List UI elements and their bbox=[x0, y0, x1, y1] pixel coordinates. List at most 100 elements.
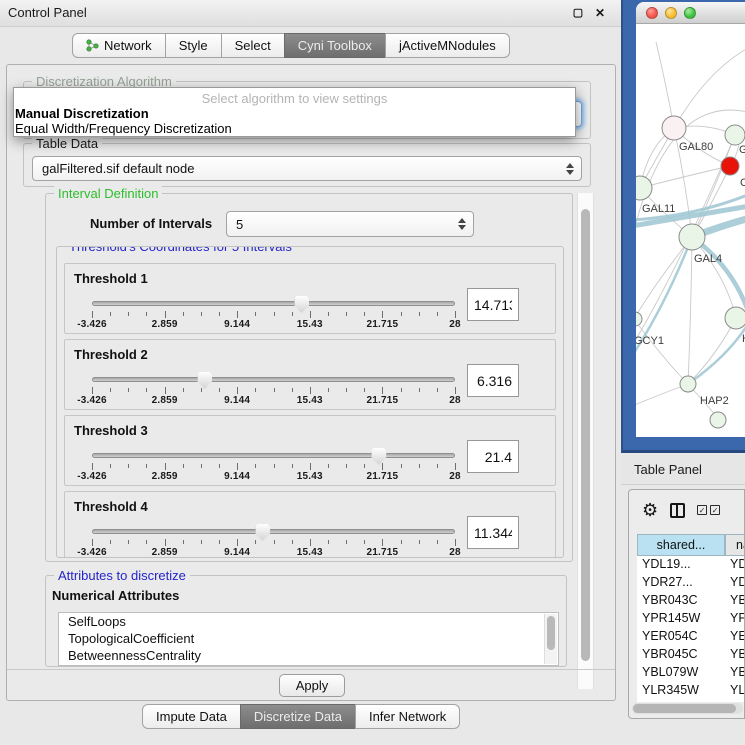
tab-infer-network[interactable]: Infer Network bbox=[355, 704, 460, 729]
checked-box-icon[interactable]: ✓ bbox=[697, 505, 707, 515]
threshold-1-value-field[interactable] bbox=[467, 288, 519, 321]
top-tab-bar: NetworkStyleSelectCyni ToolboxjActiveMNo… bbox=[73, 33, 510, 58]
table-header-shared-name[interactable]: shared... bbox=[637, 534, 725, 556]
slider-track[interactable] bbox=[92, 301, 455, 306]
network-node-gal11[interactable] bbox=[636, 176, 652, 200]
mac-minimize-button[interactable] bbox=[665, 7, 677, 19]
attribute-list-item[interactable]: BetweennessCentrality bbox=[59, 647, 558, 664]
table-row[interactable]: YBR043CYBR0 bbox=[637, 592, 745, 610]
network-canvas[interactable]: GAL80GACGAL11GAL4GCY1HHAP2 bbox=[636, 24, 745, 437]
popup-option-manual[interactable]: Manual Discretization bbox=[15, 106, 149, 121]
thresholds-group: Threshold's Coordinates for 5 Intervals … bbox=[56, 246, 564, 558]
threshold-4-slider[interactable]: -3.4262.8599.14415.4321.71528 bbox=[92, 529, 455, 549]
table-cell[interactable]: YBR0 bbox=[725, 646, 745, 664]
table-row[interactable]: YIL052CYIL0 bbox=[637, 700, 745, 702]
number-of-intervals-combobox[interactable]: 5 bbox=[226, 211, 474, 237]
network-node-gal4[interactable] bbox=[679, 224, 705, 250]
threshold-4-value-field[interactable] bbox=[467, 516, 519, 549]
columns-icon[interactable] bbox=[670, 503, 685, 518]
main-scrollbar[interactable] bbox=[577, 193, 594, 689]
table-cell[interactable]: YIL0 bbox=[725, 700, 745, 702]
threshold-3-slider[interactable]: -3.4262.8599.14415.4321.71528 bbox=[92, 453, 455, 473]
checkbox-icons[interactable]: ✓✓ bbox=[697, 505, 720, 515]
table-cell[interactable]: YPR145W bbox=[637, 610, 725, 628]
table-row[interactable]: YLR345WYLR3 bbox=[637, 682, 745, 700]
threshold-1-slider[interactable]: -3.4262.8599.14415.4321.71528 bbox=[92, 301, 455, 321]
tab-jactivemnodules[interactable]: jActiveMNodules bbox=[385, 33, 510, 58]
bottom-tab-bar: Impute DataDiscretize DataInfer Network bbox=[143, 704, 460, 729]
table-cell[interactable]: YER0 bbox=[725, 628, 745, 646]
table-cell[interactable]: YDL1 bbox=[725, 556, 745, 574]
table-cell[interactable]: YIL052C bbox=[637, 700, 725, 702]
table-row[interactable]: YER054CYER0 bbox=[637, 628, 745, 646]
scrollbar-thumb[interactable] bbox=[633, 704, 736, 713]
popup-option-equal-width[interactable]: Equal Width/Frequency Discretization bbox=[15, 121, 232, 136]
table-cell[interactable]: YPR1 bbox=[725, 610, 745, 628]
table-cell[interactable]: YDR2 bbox=[725, 574, 745, 592]
table-cell[interactable]: YBL079W bbox=[637, 664, 725, 682]
table-cell[interactable]: YBR043C bbox=[637, 592, 725, 610]
tab-cyni-toolbox[interactable]: Cyni Toolbox bbox=[284, 33, 386, 58]
screen: Control Panel ▢ ✕ NetworkStyleSelectCyni… bbox=[0, 0, 745, 745]
table-horizontal-scrollbar[interactable] bbox=[632, 703, 743, 714]
table-row[interactable]: YDR27...YDR2 bbox=[637, 574, 745, 592]
float-window-icon[interactable]: ▢ bbox=[571, 6, 585, 20]
network-view-window: GAL80GACGAL11GAL4GCY1HHAP2 bbox=[636, 2, 745, 437]
threshold-3-value-field[interactable] bbox=[467, 440, 519, 473]
table-row[interactable]: YPR145WYPR1 bbox=[637, 610, 745, 628]
table-cell[interactable]: YDR27... bbox=[637, 574, 725, 592]
table-panel-toolbar: ⚙ ✓✓ bbox=[629, 490, 744, 530]
table-header-name[interactable]: na bbox=[725, 534, 745, 556]
interval-definition-title: Interval Definition bbox=[54, 186, 162, 201]
table-cell[interactable]: YDL19... bbox=[637, 556, 725, 574]
apply-button[interactable]: Apply bbox=[279, 674, 345, 697]
apply-separator bbox=[7, 669, 615, 670]
network-node-gal80[interactable] bbox=[662, 116, 686, 140]
network-node-bottom-node[interactable] bbox=[710, 412, 726, 428]
attributes-scrollbar[interactable] bbox=[544, 614, 557, 664]
slider-ticks bbox=[92, 462, 455, 470]
network-node-hap2[interactable] bbox=[680, 376, 696, 392]
table-row[interactable]: YDL19...YDL1 bbox=[637, 556, 745, 574]
close-icon[interactable]: ✕ bbox=[593, 6, 607, 20]
network-node-red-node[interactable] bbox=[721, 157, 739, 175]
attribute-list-item[interactable]: TopologicalCoefficient bbox=[59, 630, 558, 647]
mac-close-button[interactable] bbox=[646, 7, 658, 19]
slider-track[interactable] bbox=[92, 453, 455, 458]
scrollbar-thumb[interactable] bbox=[547, 616, 555, 650]
network-node-g-right[interactable] bbox=[725, 125, 745, 145]
table-cell[interactable]: YBR045C bbox=[637, 646, 725, 664]
tab-discretize-data[interactable]: Discretize Data bbox=[240, 704, 356, 729]
gear-icon[interactable]: ⚙ bbox=[642, 501, 658, 519]
table-data-combobox[interactable]: galFiltered.sif default node bbox=[32, 156, 582, 181]
mac-zoom-button[interactable] bbox=[684, 7, 696, 19]
tab-style[interactable]: Style bbox=[165, 33, 222, 58]
table-cell[interactable]: YLR3 bbox=[725, 682, 745, 700]
attribute-list-item[interactable]: SelfLoops bbox=[59, 613, 558, 630]
network-node-gcy1[interactable] bbox=[636, 312, 642, 326]
tab-network[interactable]: Network bbox=[72, 33, 166, 58]
network-node-h-right[interactable] bbox=[725, 307, 745, 329]
table-cell[interactable]: YBR0 bbox=[725, 592, 745, 610]
threshold-2-value-field[interactable] bbox=[467, 364, 519, 397]
combo-arrows-icon bbox=[458, 218, 466, 230]
slider-track[interactable] bbox=[92, 377, 455, 382]
table-cell[interactable]: YBL0 bbox=[725, 664, 745, 682]
threshold-2-slider[interactable]: -3.4262.8599.14415.4321.71528 bbox=[92, 377, 455, 397]
table-cell[interactable]: YLR345W bbox=[637, 682, 725, 700]
checked-box-icon[interactable]: ✓ bbox=[710, 505, 720, 515]
threshold-label: Threshold 3 bbox=[74, 423, 148, 438]
algorithm-dropdown-popup: Select algorithm to view settings Manual… bbox=[13, 87, 576, 137]
table-cell[interactable]: YER054C bbox=[637, 628, 725, 646]
table-data-title: Table Data bbox=[32, 136, 102, 151]
tab-select[interactable]: Select bbox=[221, 33, 285, 58]
combo-arrows-icon bbox=[566, 163, 574, 175]
scrollbar-thumb[interactable] bbox=[581, 209, 590, 661]
node-table: shared...na YDL19...YDL1YDR27...YDR2YBR0… bbox=[637, 534, 745, 702]
network-window-titlebar bbox=[636, 2, 745, 24]
network-node-label: C bbox=[740, 177, 745, 189]
slider-track[interactable] bbox=[92, 529, 455, 534]
table-row[interactable]: YBL079WYBL0 bbox=[637, 664, 745, 682]
table-row[interactable]: YBR045CYBR0 bbox=[637, 646, 745, 664]
tab-impute-data[interactable]: Impute Data bbox=[142, 704, 241, 729]
